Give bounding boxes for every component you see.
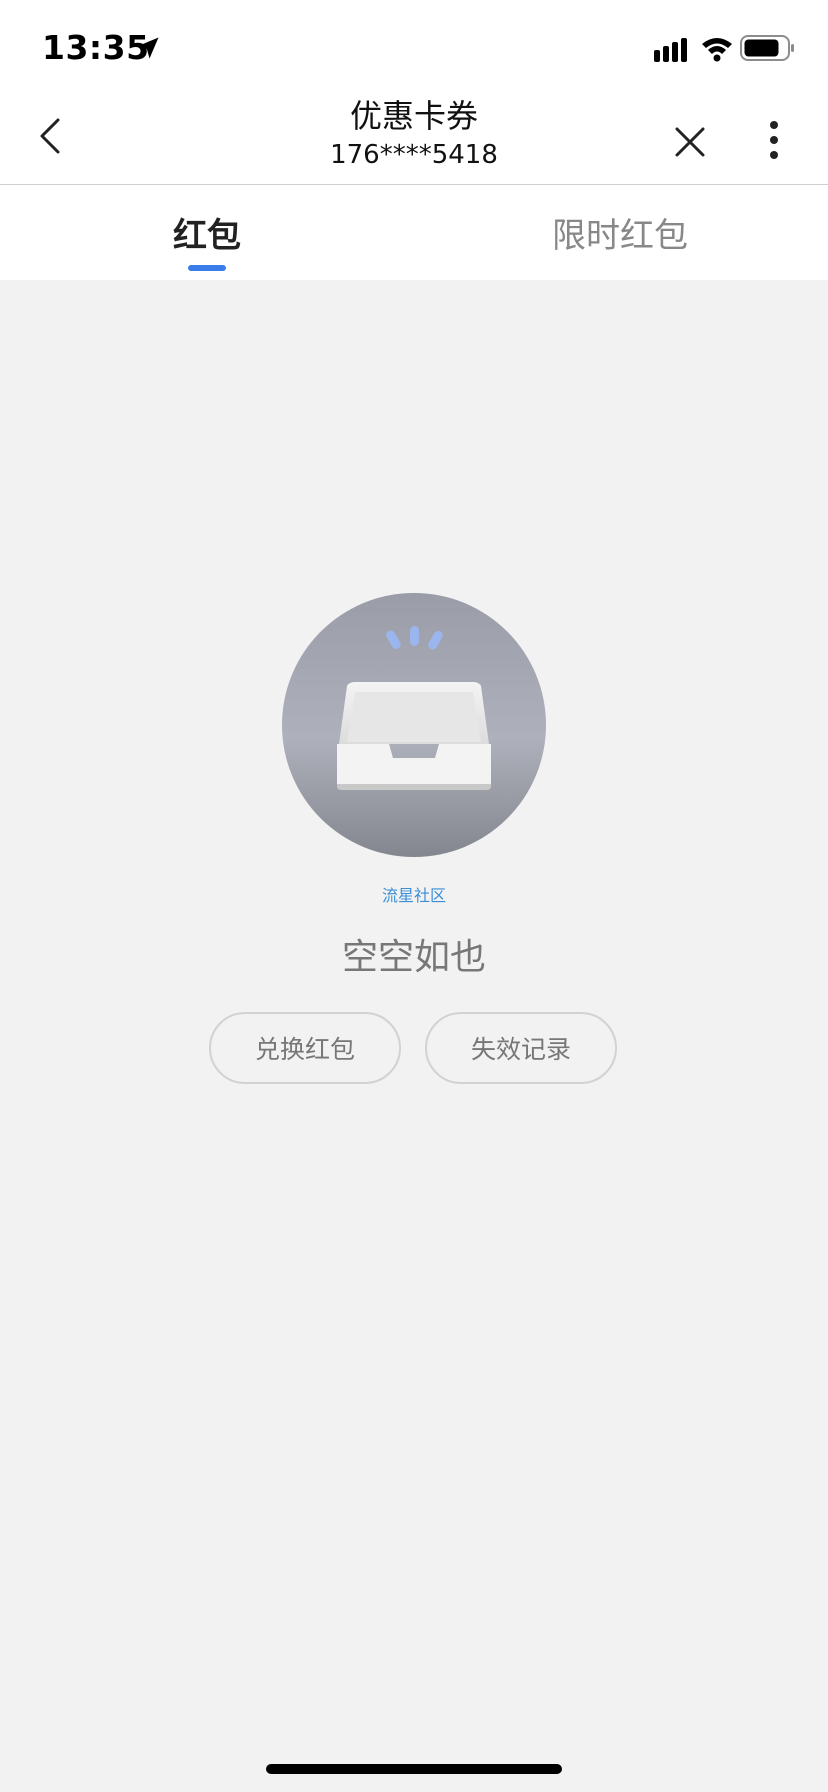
status-bar: 13:35 bbox=[0, 0, 828, 92]
home-indicator bbox=[266, 1764, 562, 1774]
tab-limited-red-packet[interactable]: 限时红包 bbox=[470, 185, 770, 280]
account-number: 176****5418 bbox=[330, 140, 498, 170]
active-tab-indicator bbox=[188, 265, 226, 271]
chevron-left-icon bbox=[40, 118, 60, 154]
more-vertical-icon bbox=[770, 121, 778, 159]
more-button[interactable] bbox=[754, 116, 794, 164]
tab-label: 红包 bbox=[173, 216, 241, 256]
nav-bar: 优惠卡券 176****5418 bbox=[0, 92, 828, 185]
back-button[interactable] bbox=[28, 108, 72, 164]
location-arrow-icon bbox=[137, 37, 159, 59]
watermark-text: 流星社区 bbox=[381, 886, 446, 905]
empty-inbox-icon bbox=[282, 593, 546, 857]
page-title: 优惠卡券 bbox=[349, 97, 478, 135]
close-icon bbox=[675, 127, 705, 157]
wifi-icon bbox=[702, 38, 732, 62]
close-button[interactable] bbox=[668, 120, 712, 164]
expired-records-button[interactable]: 失效记录 bbox=[425, 1012, 617, 1084]
signal-icon bbox=[654, 38, 687, 62]
exchange-red-packet-button[interactable]: 兑换红包 bbox=[209, 1012, 401, 1084]
nav-title-group: 优惠卡券 176****5418 bbox=[214, 94, 614, 172]
empty-state-message: 空空如也 bbox=[341, 937, 486, 978]
tab-label: 限时红包 bbox=[552, 216, 688, 256]
tab-bar: 红包 限时红包 bbox=[0, 185, 828, 280]
battery-icon bbox=[740, 35, 794, 61]
